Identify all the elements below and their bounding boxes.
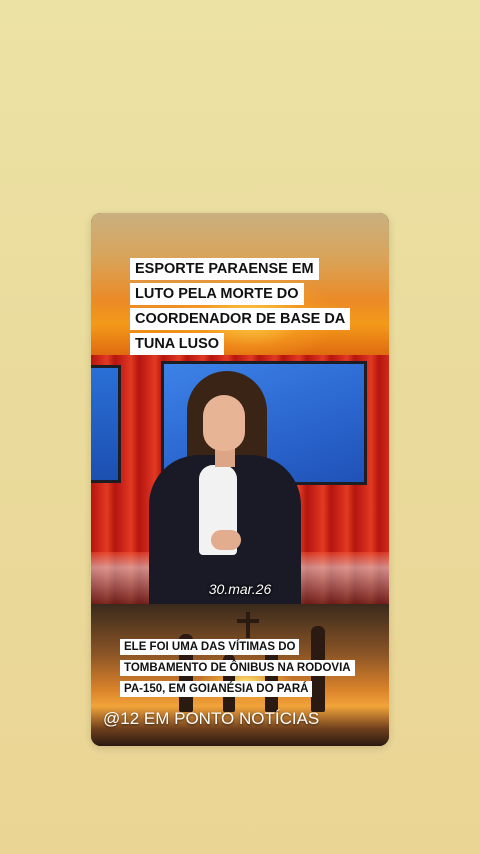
headline: ESPORTE PARAENSE EM LUTO PELA MORTE DO C… bbox=[130, 257, 351, 357]
caption-text: ELE FOI UMA DAS VÍTIMAS DO TOMBAMENTO DE… bbox=[120, 639, 355, 697]
news-anchor-hand bbox=[211, 530, 241, 550]
caption: ELE FOI UMA DAS VÍTIMAS DO TOMBAMENTO DE… bbox=[120, 637, 365, 700]
date-stamp: 30.mar.26 bbox=[208, 581, 272, 597]
cross-icon bbox=[246, 612, 250, 638]
headline-text: ESPORTE PARAENSE EM LUTO PELA MORTE DO C… bbox=[130, 258, 351, 355]
news-anchor-face bbox=[203, 395, 245, 451]
studio-side-screen bbox=[91, 365, 121, 483]
channel-handle: @12 EM PONTO NOTÍCIAS bbox=[103, 709, 320, 728]
sunset-banner: ESPORTE PARAENSE EM LUTO PELA MORTE DO C… bbox=[91, 213, 389, 363]
news-post-card[interactable]: ESPORTE PARAENSE EM LUTO PELA MORTE DO C… bbox=[91, 213, 389, 746]
cross-icon-arm bbox=[237, 619, 259, 623]
tv-studio-video-frame: 1 bbox=[91, 355, 389, 604]
